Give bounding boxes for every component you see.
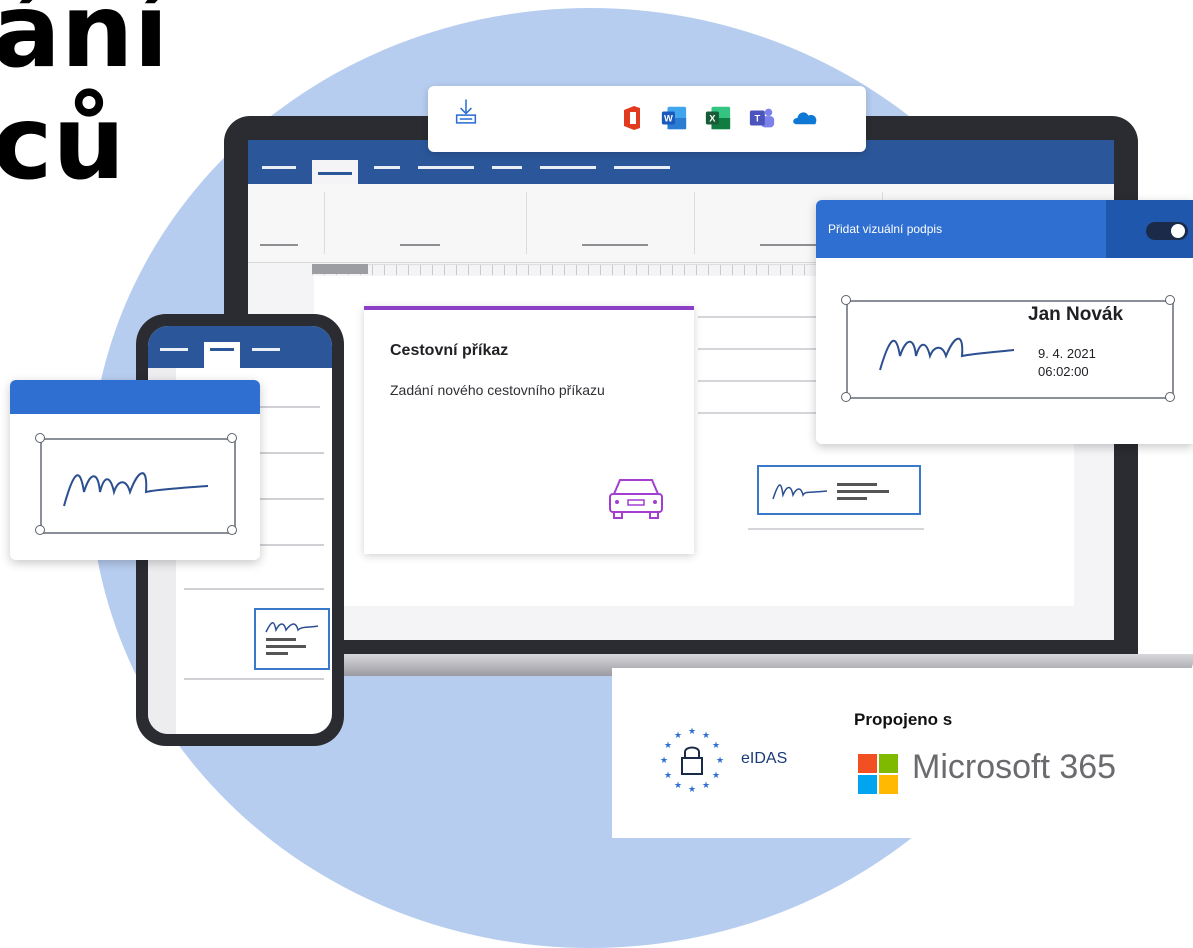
- svg-text:★: ★: [702, 781, 710, 791]
- resize-handle[interactable]: [35, 525, 45, 535]
- microsoft-365-label: Microsoft 365: [912, 748, 1117, 786]
- eidas-label: eIDAS: [741, 750, 788, 767]
- ribbon-tab[interactable]: [492, 166, 522, 169]
- toggle-knob: [1171, 224, 1185, 238]
- resize-handle[interactable]: [227, 433, 237, 443]
- visual-signature-toggle[interactable]: [1146, 222, 1188, 240]
- car-icon: [609, 479, 663, 519]
- ruler-marker[interactable]: [312, 264, 368, 274]
- svg-text:★: ★: [660, 756, 668, 766]
- word-icon[interactable]: W: [660, 104, 688, 132]
- add-visual-signature-label: Přidat vizuální podpis: [828, 222, 943, 236]
- svg-text:★: ★: [664, 771, 672, 781]
- svg-text:W: W: [664, 114, 673, 124]
- resize-handle[interactable]: [841, 392, 851, 402]
- ribbon-tab-active[interactable]: [312, 160, 358, 186]
- svg-text:★: ★: [716, 756, 724, 766]
- svg-text:★: ★: [702, 731, 710, 741]
- app-toolbar: W X T: [428, 86, 866, 152]
- download-icon[interactable]: [452, 98, 480, 126]
- signer-name: Jan Novák: [1028, 304, 1124, 325]
- signature-box[interactable]: [846, 300, 1174, 399]
- resize-handle[interactable]: [1165, 392, 1175, 402]
- document-signature-box[interactable]: [757, 465, 921, 515]
- resize-handle[interactable]: [1165, 295, 1175, 305]
- resize-handle[interactable]: [35, 433, 45, 443]
- card-subtitle: Zadání nového cestovního příkazu: [390, 382, 605, 398]
- microsoft-logo-icon: [858, 754, 898, 794]
- resize-handle[interactable]: [841, 295, 851, 305]
- signature-scribble-icon: [63, 472, 209, 507]
- svg-text:★: ★: [712, 741, 720, 751]
- signature-scribble-icon: [879, 337, 1015, 371]
- eidas-lock-icon: ★ ★ ★ ★ ★ ★ ★ ★ ★ ★ ★ ★: [660, 727, 724, 795]
- phone-signature-box[interactable]: [254, 608, 330, 670]
- integration-badges: ★ ★ ★ ★ ★ ★ ★ ★ ★ ★ ★ ★ eIDAS Propojeno …: [612, 668, 1193, 838]
- card-title: Cestovní příkaz: [390, 342, 509, 359]
- ribbon-tab[interactable]: [540, 166, 596, 169]
- visual-signature-panel: Přidat vizuální podpis Jan Novák 9. 4. 2…: [816, 200, 1193, 444]
- ribbon-tab[interactable]: [374, 166, 400, 169]
- svg-text:★: ★: [674, 781, 682, 791]
- office-icon[interactable]: [618, 104, 646, 132]
- svg-text:★: ★: [688, 727, 696, 737]
- svg-text:★: ★: [712, 771, 720, 781]
- signature-time: 06:02:00: [1038, 364, 1089, 379]
- ribbon-tab[interactable]: [262, 166, 296, 169]
- svg-text:★: ★: [664, 741, 672, 751]
- signature-scribble-icon: [265, 622, 319, 655]
- excel-icon[interactable]: X: [704, 104, 732, 132]
- connected-with-label: Propojeno s: [854, 710, 953, 729]
- signature-scribble-icon: [772, 483, 889, 500]
- resize-handle[interactable]: [227, 525, 237, 535]
- svg-text:★: ★: [688, 785, 696, 795]
- teams-icon[interactable]: T: [748, 104, 776, 132]
- onedrive-icon[interactable]: [792, 104, 820, 132]
- signature-dialog-header: [10, 380, 260, 414]
- svg-text:T: T: [754, 114, 760, 124]
- phone-word-header: [148, 326, 332, 368]
- signature-dialog: [10, 380, 260, 560]
- svg-text:X: X: [709, 114, 716, 124]
- signature-date: 9. 4. 2021: [1038, 346, 1096, 361]
- signature-box[interactable]: [40, 438, 236, 534]
- headline-text: ání ců: [0, 0, 169, 203]
- ribbon-tab[interactable]: [614, 166, 670, 169]
- svg-text:★: ★: [674, 731, 682, 741]
- ribbon-tab[interactable]: [418, 166, 474, 169]
- document-card[interactable]: Cestovní příkaz Zadání nového cestovního…: [364, 306, 694, 554]
